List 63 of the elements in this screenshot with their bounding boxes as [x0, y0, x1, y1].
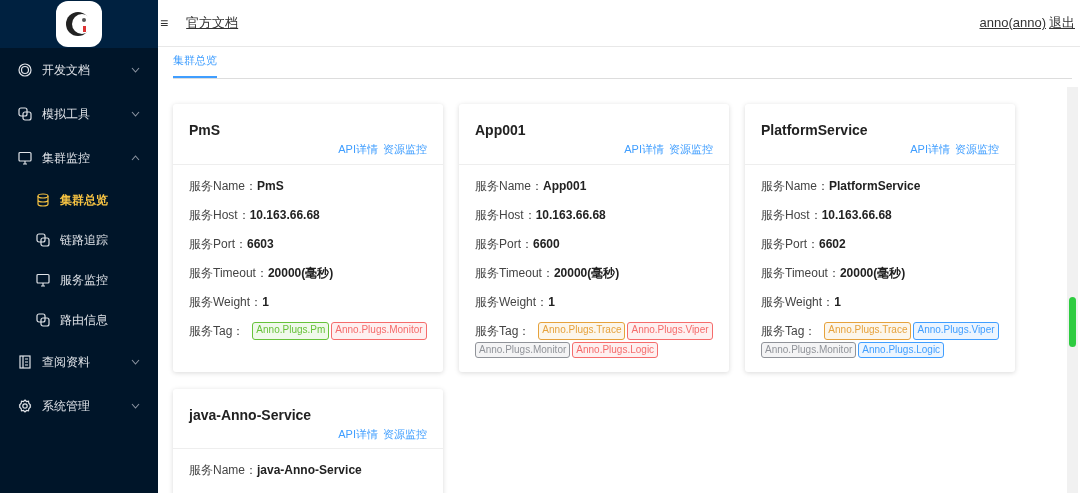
sidebar-menu-item[interactable]: 开发文档 [0, 48, 158, 92]
sidebar-submenu-item[interactable]: 集群总览 [0, 180, 158, 220]
document-icon [18, 355, 32, 369]
tag: Anno.Plugs.Trace [538, 321, 626, 340]
field-label: 服务Tag： [475, 322, 531, 340]
logout-link[interactable]: 退出 [1049, 13, 1075, 33]
user-link[interactable]: anno(anno) [979, 13, 1046, 33]
overlapping-squares-icon [18, 107, 32, 121]
field-text: 服务Weight：1 [189, 294, 269, 309]
card-title: PmS [189, 121, 222, 140]
field-label: 服务Tag： [761, 322, 817, 340]
field-text: 服务Name：App001 [475, 178, 587, 193]
docs-link[interactable]: 官方文档 [186, 13, 239, 33]
chevron-down-icon [131, 67, 140, 73]
scrollbar[interactable] [1067, 87, 1078, 493]
field-text: 服务Port：6603 [189, 236, 274, 251]
tag: Anno.Plugs.Monitor [331, 321, 427, 340]
sidebar-menu-item[interactable]: 查阅资料 [0, 340, 158, 384]
tag: Anno.Plugs.Trace [824, 321, 912, 340]
card-title: PlatformService [761, 121, 869, 140]
logo-icon [66, 12, 92, 36]
overlapping-squares-icon [36, 313, 50, 327]
field-label: 服务Tag： [189, 322, 245, 340]
chevron-down-icon [131, 403, 140, 409]
field-text: 服务Host：10.163.66.68 [189, 207, 320, 222]
tag: Anno.Plugs.Logic [858, 341, 945, 358]
overlapping-squares-icon [36, 233, 50, 247]
field-text: 服务Port：6602 [761, 236, 846, 251]
tag: Anno.Plugs.Viper [627, 321, 713, 340]
sidebar-submenu-item[interactable]: 链路追踪 [0, 220, 158, 260]
field-text: 服务Weight：1 [761, 294, 841, 309]
sidebar-submenu-item[interactable]: 路由信息 [0, 300, 158, 340]
sidebar-submenu-item[interactable]: 服务监控 [0, 260, 158, 300]
menu-icon[interactable]: ≡ [160, 12, 169, 34]
settings-icon [18, 399, 32, 413]
tag: Anno.Plugs.Pm [252, 321, 330, 340]
scrollbar-thumb[interactable] [1069, 297, 1076, 347]
sidebar-menu-item[interactable]: 系统管理 [0, 384, 158, 428]
tag: Anno.Plugs.Monitor [761, 341, 857, 358]
field-text: 服务Host：10.163.66.68 [761, 207, 892, 222]
field-text: 服务Timeout：20000(毫秒) [475, 265, 620, 280]
field-text: 服务Host：10.163.66.68 [475, 207, 606, 222]
monitor-icon [36, 273, 50, 287]
field-text: 服务Name：PlatformService [761, 178, 921, 193]
card-title: App001 [475, 121, 527, 140]
field-text: 服务Weight：1 [475, 294, 555, 309]
field-text: 服务Timeout：20000(毫秒) [189, 265, 334, 280]
tag: Anno.Plugs.Viper [913, 321, 999, 340]
field-text: 服务Name：java-Anno-Service [189, 463, 362, 477]
chevron-up-icon [131, 155, 140, 161]
monitor-icon [18, 151, 32, 165]
field-text: 服务Port：6600 [475, 236, 560, 251]
tag: Anno.Plugs.Monitor [475, 341, 571, 358]
ring-icon [18, 63, 32, 77]
card-title: java-Anno-Service [189, 405, 313, 425]
chevron-down-icon [131, 111, 140, 117]
field-text: 服务Name：PmS [189, 178, 284, 193]
database-icon [36, 193, 50, 207]
sidebar-menu-item[interactable]: 模拟工具 [0, 92, 158, 136]
tag: Anno.Plugs.Logic [572, 341, 659, 358]
sidebar-menu-item[interactable]: 集群监控 [0, 136, 158, 180]
chevron-down-icon [131, 359, 140, 365]
field-text: 服务Timeout：20000(毫秒) [761, 265, 906, 280]
